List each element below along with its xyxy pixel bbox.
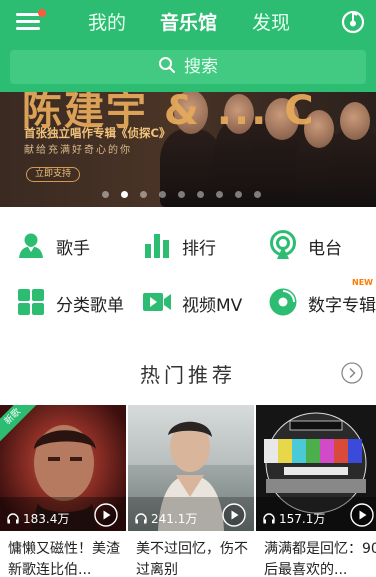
banner-subtitle: 首张独立唱作专辑《侦探C》 <box>24 126 171 140</box>
search-bar[interactable]: 搜索 <box>10 50 366 84</box>
shortcut-label: 分类歌单 <box>56 296 124 316</box>
play-icon[interactable] <box>94 503 118 527</box>
chevron-right-icon[interactable] <box>341 362 363 384</box>
radio-icon <box>270 230 296 259</box>
playlist-card[interactable]: 241.1万 美不过回忆，伤不过离别 <box>128 405 254 577</box>
shortcut-chart[interactable]: 排行 <box>142 228 242 262</box>
section-title-hot: 热门推荐 <box>140 363 236 387</box>
play-count-value: 183.4万 <box>23 512 70 526</box>
digital-album-icon <box>269 288 297 316</box>
playlist-card[interactable]: 157.1万 满满都是回忆：90后最喜欢的... <box>256 405 376 577</box>
shortcut-grid: 歌手 排行 电台 分类歌单 视频MV 数字专辑 <box>0 207 376 337</box>
video-icon <box>143 293 171 311</box>
chart-icon <box>145 234 169 258</box>
shortcut-label: 歌手 <box>56 239 90 259</box>
menu-icon[interactable] <box>16 9 46 32</box>
carousel-dot <box>140 191 147 198</box>
play-count: 157.1万 <box>263 510 325 527</box>
headphone-icon <box>263 513 275 524</box>
tab-music-hall[interactable]: 音乐馆 <box>160 8 217 35</box>
music-player-icon[interactable] <box>340 8 366 34</box>
hot-playlist-row: 新歌 183.4万 慵懒又磁性！美渣新歌连比伯... 241.1万 美不过回忆，… <box>0 405 376 577</box>
shortcut-label: 电台 <box>308 239 342 259</box>
headphone-icon <box>135 513 147 524</box>
carousel-dot <box>178 191 185 198</box>
tab-mine[interactable]: 我的 <box>88 8 126 35</box>
app-header: 我的 音乐馆 发现 搜索 <box>0 0 376 92</box>
carousel-dot <box>159 191 166 198</box>
banner-figure <box>340 102 370 140</box>
shortcut-video-mv[interactable]: 视频MV <box>142 285 252 319</box>
banner-support-button[interactable]: 立即支持 <box>26 167 80 182</box>
carousel-dot <box>197 191 204 198</box>
search-placeholder: 搜索 <box>184 57 218 77</box>
playlist-title: 慵懒又磁性！美渣新歌连比伯... <box>8 541 120 577</box>
category-icon <box>18 289 44 315</box>
play-count-value: 157.1万 <box>279 512 326 526</box>
playlist-card[interactable]: 新歌 183.4万 慵懒又磁性！美渣新歌连比伯... <box>0 405 126 577</box>
play-count-value: 241.1万 <box>151 512 198 526</box>
carousel-dot <box>235 191 242 198</box>
playlist-title: 满满都是回忆：90后最喜欢的... <box>264 541 376 577</box>
shortcut-radio[interactable]: 电台 <box>268 228 368 262</box>
carousel-dot <box>254 191 261 198</box>
new-badge: NEW <box>352 278 373 287</box>
top-nav-bar: 我的 音乐馆 发现 <box>0 0 376 44</box>
carousel-indicator <box>0 191 376 201</box>
notification-dot <box>38 9 46 17</box>
tab-discover[interactable]: 发现 <box>252 8 290 35</box>
shortcut-label: 数字专辑 <box>308 296 376 316</box>
shortcut-label: 排行 <box>182 239 216 259</box>
play-count: 183.4万 <box>7 510 69 527</box>
shortcut-singer[interactable]: 歌手 <box>16 228 116 262</box>
singer-icon <box>19 233 43 258</box>
carousel-dot <box>121 191 128 198</box>
play-count: 241.1万 <box>135 510 197 527</box>
carousel-dot <box>102 191 109 198</box>
play-icon[interactable] <box>222 503 246 527</box>
playlist-title: 美不过回忆，伤不过离别 <box>136 541 248 577</box>
banner-tagline: 献给充满好奇心的你 <box>24 145 132 156</box>
promo-banner[interactable]: 陈建宇 & ... C 首张独立唱作专辑《侦探C》 献给充满好奇心的你 立即支持 <box>0 92 376 207</box>
play-icon[interactable] <box>350 503 374 527</box>
shortcut-category-playlist[interactable]: 分类歌单 <box>16 285 136 319</box>
headphone-icon <box>7 513 19 524</box>
carousel-dot <box>216 191 223 198</box>
search-icon <box>159 57 175 73</box>
shortcut-digital-album[interactable]: 数字专辑 <box>268 285 376 319</box>
shortcut-label: 视频MV <box>182 296 243 316</box>
